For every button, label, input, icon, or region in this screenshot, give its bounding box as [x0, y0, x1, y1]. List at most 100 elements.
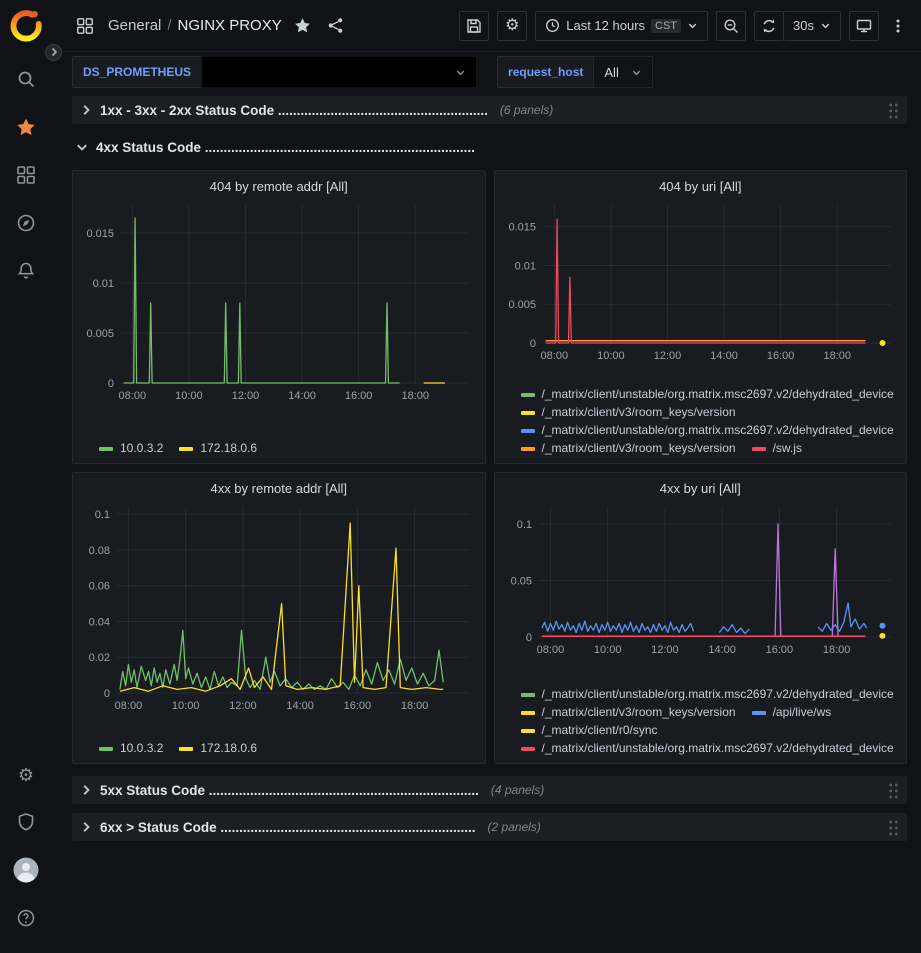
topbar-actions: ⚙ Last 12 hours CST 30s	[459, 11, 909, 41]
svg-text:0.08: 0.08	[89, 545, 110, 557]
breadcrumb-separator: /	[167, 17, 171, 34]
panel-title[interactable]: 4xx by uri [All]	[503, 479, 899, 501]
svg-text:14:00: 14:00	[710, 350, 738, 362]
svg-text:08:00: 08:00	[540, 350, 568, 362]
svg-text:0: 0	[529, 338, 535, 350]
panel-title[interactable]: 404 by uri [All]	[503, 177, 899, 199]
legend-item[interactable]: /sw.js	[752, 441, 802, 456]
legend-series-swatch	[752, 711, 766, 715]
chevron-down-icon	[631, 67, 642, 78]
svg-text:10:00: 10:00	[593, 644, 621, 656]
svg-text:0.04: 0.04	[89, 616, 110, 628]
svg-text:0.01: 0.01	[514, 260, 535, 272]
refresh-interval-label: 30s	[793, 18, 814, 33]
row-header-4xx[interactable]: 4xx Status Code ........................…	[72, 133, 907, 161]
tv-mode-button[interactable]	[849, 11, 879, 41]
datasource-variable-dropdown[interactable]	[201, 56, 477, 88]
dashboard-title: NGINX PROXY	[178, 17, 282, 34]
time-range-picker[interactable]: Last 12 hours CST	[535, 11, 708, 41]
legend-item[interactable]: 172.18.0.6	[179, 441, 257, 456]
timeseries-chart[interactable]: 08:0010:0012:0014:0016:0018:0000.050.1	[503, 501, 899, 659]
legend-item[interactable]: /_matrix/client/r0/sync	[521, 723, 658, 738]
shield-icon	[16, 812, 36, 835]
legend-series-swatch	[752, 447, 766, 451]
row-drag-handle[interactable]	[888, 101, 899, 119]
legend-item[interactable]: /_matrix/client/unstable/org.matrix.msc2…	[521, 423, 894, 438]
legend-series-swatch	[521, 429, 535, 433]
svg-text:14:00: 14:00	[708, 644, 736, 656]
sidebar-item-help[interactable]	[4, 895, 48, 943]
panel-title[interactable]: 4xx by remote addr [All]	[81, 479, 477, 501]
share-button[interactable]	[323, 13, 348, 38]
row-header-6xx[interactable]: 6xx > Status Code ......................…	[72, 813, 907, 841]
refresh-button[interactable]	[754, 11, 784, 41]
zoom-out-button[interactable]	[716, 11, 746, 41]
legend-series-label: 10.0.3.2	[120, 441, 163, 456]
svg-text:08:00: 08:00	[119, 390, 147, 402]
dashboards-grid-icon	[16, 165, 36, 188]
legend-item[interactable]: /api/live/ws	[752, 705, 832, 720]
svg-text:0.05: 0.05	[510, 575, 531, 587]
row-drag-handle[interactable]	[888, 781, 899, 799]
legend-series-label: /_matrix/client/unstable/org.matrix.msc2…	[542, 687, 894, 702]
timeseries-chart[interactable]: 08:0010:0012:0014:0016:0018:0000.020.040…	[81, 501, 477, 715]
panel-404-by-uri: 404 by uri [All] 08:0010:0012:0014:0016:…	[494, 170, 908, 464]
svg-text:12:00: 12:00	[653, 350, 681, 362]
legend-series-swatch	[521, 747, 535, 751]
sidebar-item-profile[interactable]	[4, 847, 48, 895]
sidebar-item-starred[interactable]	[4, 104, 48, 152]
svg-text:0.015: 0.015	[86, 228, 114, 240]
chart-legend: /_matrix/client/unstable/org.matrix.msc2…	[503, 684, 899, 757]
row-header-5xx[interactable]: 5xx Status Code ........................…	[72, 776, 907, 804]
panel-grid: 404 by remote addr [All] 08:0010:0012:00…	[72, 170, 907, 764]
sidebar-item-search[interactable]	[4, 56, 48, 104]
topbar: General / NGINX PROXY ⚙ Last 12 hour	[52, 0, 921, 52]
variables-bar: DS_PROMETHEUS request_host All	[52, 52, 921, 92]
avatar	[13, 857, 39, 886]
refresh-interval-dropdown[interactable]: 30s	[784, 11, 841, 41]
timeseries-chart[interactable]: 08:0010:0012:0014:0016:0018:0000.0050.01…	[503, 199, 899, 365]
request-host-variable-value: All	[604, 65, 618, 80]
legend-series-swatch	[521, 411, 535, 415]
legend-series-swatch	[179, 747, 193, 751]
sidebar-item-configuration[interactable]: ⚙	[4, 751, 48, 799]
sidebar-expand-button[interactable]	[45, 44, 62, 61]
sidebar-item-alerting[interactable]	[4, 248, 48, 296]
kebab-menu-button[interactable]	[887, 14, 909, 38]
timeseries-chart[interactable]: 08:0010:0012:0014:0016:0018:0000.0050.01…	[81, 199, 477, 405]
svg-text:12:00: 12:00	[651, 644, 679, 656]
sidebar-item-server-admin[interactable]	[4, 799, 48, 847]
legend-item[interactable]: /_matrix/client/unstable/org.matrix.msc2…	[521, 741, 894, 756]
legend-series-label: /_matrix/client/v3/room_keys/version	[542, 705, 736, 720]
svg-text:08:00: 08:00	[115, 700, 143, 712]
datasource-variable-label: DS_PROMETHEUS	[72, 56, 201, 88]
sidebar-item-explore[interactable]	[4, 200, 48, 248]
row-panel-count: (4 panels)	[491, 783, 544, 797]
row-title: 5xx Status Code ........................…	[100, 783, 479, 798]
legend-item[interactable]: 10.0.3.2	[99, 741, 163, 756]
panel-title[interactable]: 404 by remote addr [All]	[81, 177, 477, 199]
dashboard-settings-button[interactable]: ⚙	[497, 11, 527, 41]
legend-item[interactable]: /_matrix/client/v3/room_keys/version	[521, 441, 736, 456]
row-drag-handle[interactable]	[888, 818, 899, 836]
svg-text:0.06: 0.06	[89, 581, 110, 593]
legend-item[interactable]: /_matrix/client/unstable/org.matrix.msc2…	[521, 387, 894, 402]
legend-item[interactable]: 10.0.3.2	[99, 441, 163, 456]
legend-item[interactable]: /_matrix/client/v3/room_keys/version	[521, 705, 736, 720]
request-host-variable-dropdown[interactable]: All	[593, 56, 652, 88]
row-title: 1xx - 3xx - 2xx Status Code ............…	[100, 103, 488, 118]
grafana-logo[interactable]	[7, 8, 45, 46]
row-header-1xx-3xx-2xx[interactable]: 1xx - 3xx - 2xx Status Code ............…	[72, 96, 907, 124]
gear-icon: ⚙	[505, 18, 519, 34]
breadcrumb-section[interactable]: General	[108, 17, 161, 34]
svg-text:0.1: 0.1	[516, 519, 531, 531]
chart-legend: /_matrix/client/unstable/org.matrix.msc2…	[503, 384, 899, 457]
legend-item[interactable]: 172.18.0.6	[179, 741, 257, 756]
legend-item[interactable]: /_matrix/client/v3/room_keys/version	[521, 405, 736, 420]
favorite-star-button[interactable]	[290, 13, 315, 38]
svg-text:14:00: 14:00	[288, 390, 316, 402]
legend-item[interactable]: /_matrix/client/unstable/org.matrix.msc2…	[521, 687, 894, 702]
sidebar-item-dashboards[interactable]	[4, 152, 48, 200]
svg-text:0.005: 0.005	[508, 299, 536, 311]
save-dashboard-button[interactable]	[459, 11, 489, 41]
